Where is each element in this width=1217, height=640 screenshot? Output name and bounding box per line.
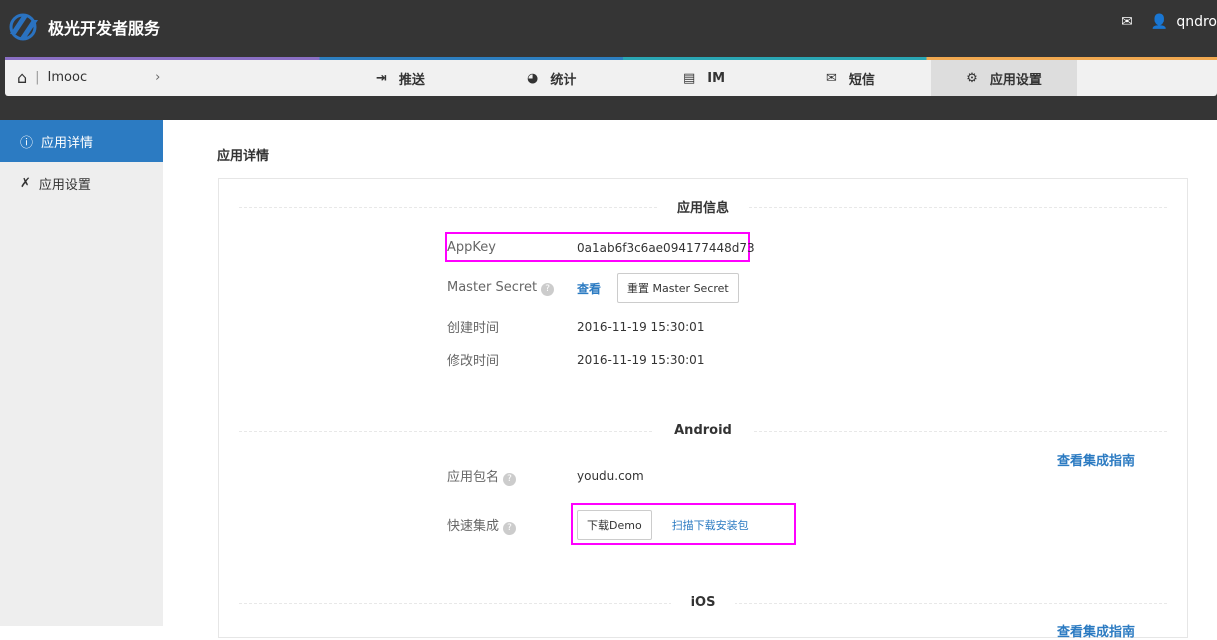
tab-stats[interactable]: ◕ 统计 <box>522 60 581 96</box>
page-title: 应用详情 <box>217 149 270 164</box>
jiguang-logo-icon <box>9 13 38 41</box>
tab-label: 应用设置 <box>989 72 1042 88</box>
modified-row: 修改时间 2016-11-19 15:30:01 <box>447 350 705 370</box>
tab-push[interactable]: ⇥ 推送 <box>371 60 430 96</box>
created-label: 创建时间 <box>447 321 500 336</box>
section-app-info: 应用信息 <box>239 197 1167 216</box>
tab-app-settings[interactable]: ⚙ 应用设置 <box>931 60 1077 96</box>
app-detail-card: 应用信息 AppKey 0a1ab6f3c6ae094177448d73 Mast… <box>218 178 1188 640</box>
tab-label: 推送 <box>398 72 425 88</box>
ios-guide-link[interactable]: 查看集成指南 <box>1057 621 1135 640</box>
sidebar-item-label: 应用详情 <box>41 135 94 151</box>
home-icon: ⌂ <box>17 68 28 87</box>
reset-secret-button[interactable]: 重置 Master Secret <box>617 273 739 303</box>
user-icon: 👤 <box>1150 14 1169 30</box>
sidebar-item-app-details[interactable]: ⓘ 应用详情 <box>0 120 163 162</box>
download-demo-button[interactable]: 下载Demo <box>577 510 652 540</box>
stats-icon: ◕ <box>527 70 539 86</box>
main-nav: ⌂ | Imooc › ⇥ 推送 ◕ 统计 ▤ IM ✉ 短信 ⚙ 应用设置 <box>5 57 1217 96</box>
created-row: 创建时间 2016-11-19 15:30:01 <box>447 317 705 337</box>
appkey-value: 0a1ab6f3c6ae094177448d73 <box>577 240 755 255</box>
sidebar: ⓘ 应用详情 ✗ 应用设置 <box>0 120 163 626</box>
chevron-right-icon: › <box>155 70 161 85</box>
mail-icon[interactable]: ✉ <box>1121 14 1133 30</box>
quick-integrate-row: 快速集成? 下载Demo 扫描下载安装包 <box>447 510 749 540</box>
tab-sms[interactable]: ✉ 短信 <box>821 60 880 96</box>
tab-label: IM <box>707 70 726 86</box>
android-guide-link[interactable]: 查看集成指南 <box>1057 450 1135 469</box>
sidebar-item-label: 应用设置 <box>38 177 91 193</box>
package-value: youdu.com <box>577 469 644 483</box>
package-label: 应用包名? <box>447 466 577 486</box>
info-icon: ⓘ <box>20 135 34 151</box>
tab-im[interactable]: ▤ IM <box>678 60 730 96</box>
push-icon: ⇥ <box>376 70 387 86</box>
sms-icon: ✉ <box>826 70 837 86</box>
breadcrumb-app: Imooc <box>47 70 88 85</box>
help-icon[interactable]: ? <box>503 522 517 535</box>
chat-icon: ▤ <box>683 70 696 86</box>
master-secret-label: Master Secret? <box>447 280 577 296</box>
appkey-row: AppKey 0a1ab6f3c6ae094177448d73 <box>447 240 755 255</box>
gear-icon: ⚙ <box>966 70 978 86</box>
tab-label: 统计 <box>550 72 577 88</box>
breadcrumb[interactable]: ⌂ | Imooc › <box>17 68 160 87</box>
tools-icon: ✗ <box>20 175 31 191</box>
master-secret-row: Master Secret? 查看 重置 Master Secret <box>447 273 739 303</box>
quick-integrate-label: 快速集成? <box>447 515 577 535</box>
user-menu[interactable]: 👤 qndro <box>1151 14 1217 30</box>
appkey-label: AppKey <box>447 240 496 255</box>
section-android: Android <box>239 423 1167 438</box>
modified-label: 修改时间 <box>447 354 500 369</box>
modified-value: 2016-11-19 15:30:01 <box>577 352 705 367</box>
package-row: 应用包名? youdu.com <box>447 466 644 486</box>
logo[interactable]: 极光开发者服务 <box>6 12 160 42</box>
scan-download-link[interactable]: 扫描下载安装包 <box>672 517 749 533</box>
brand-name: 极光开发者服务 <box>48 19 161 38</box>
view-secret-link[interactable]: 查看 <box>577 280 601 297</box>
username: qndro <box>1176 14 1217 30</box>
section-ios: iOS <box>239 595 1167 610</box>
sidebar-item-app-settings[interactable]: ✗ 应用设置 <box>0 162 163 204</box>
help-icon[interactable]: ? <box>503 473 517 486</box>
created-value: 2016-11-19 15:30:01 <box>577 319 705 334</box>
help-icon[interactable]: ? <box>541 283 555 296</box>
tab-label: 短信 <box>848 72 875 88</box>
